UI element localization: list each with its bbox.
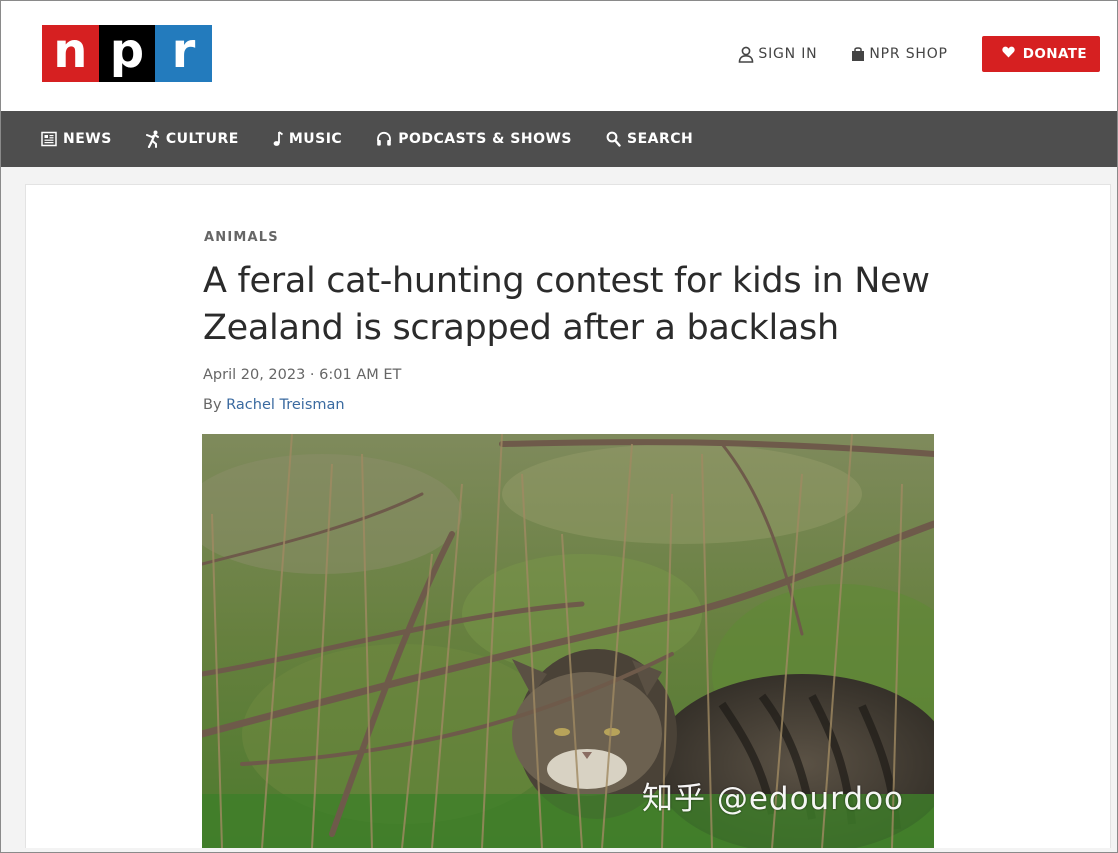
article-slug[interactable]: ANIMALS (204, 230, 279, 245)
npr-logo[interactable]: n p r (42, 25, 212, 82)
nav-item-culture[interactable]: CULTURE (145, 130, 239, 148)
npr-shop-link[interactable]: NPR SHOP (851, 46, 947, 62)
watermark-text: 知乎 @edourdoo (641, 781, 904, 817)
main-nav: NEWS CULTURE MUSIC PODCASTS & SHOWS SEAR… (1, 111, 1117, 167)
author-link[interactable]: Rachel Treisman (226, 397, 344, 413)
nav-label-culture: CULTURE (165, 131, 239, 147)
article-byline: By Rachel Treisman (203, 397, 345, 413)
headphones-icon (376, 131, 392, 147)
header-actions: SIGN IN NPR SHOP DONATE (738, 36, 1100, 72)
article-photo[interactable]: 知乎 @edourdoo (202, 434, 934, 848)
npr-shop-label: NPR SHOP (869, 46, 948, 62)
nav-item-music[interactable]: MUSIC (273, 131, 342, 147)
site-header: n p r SIGN IN NPR SHOP DONATE (1, 1, 1117, 111)
logo-letter-n: n (42, 25, 99, 82)
byline-prefix: By (203, 397, 227, 413)
nav-label-news: NEWS (63, 131, 112, 147)
heart-icon (1002, 46, 1015, 62)
sign-in-link[interactable]: SIGN IN (738, 46, 817, 63)
culture-icon (145, 130, 160, 148)
donate-button[interactable]: DONATE (981, 36, 1100, 72)
search-icon (606, 131, 621, 147)
music-note-icon (273, 131, 283, 147)
donate-label: DONATE (1022, 46, 1087, 62)
user-icon (738, 46, 754, 63)
logo-letter-p: p (98, 25, 156, 82)
nav-item-podcasts-shows[interactable]: PODCASTS & SHOWS (376, 131, 572, 147)
article-date: April 20, 2023 · 6:01 AM ET (203, 367, 402, 383)
nav-item-search[interactable]: SEARCH (606, 131, 693, 147)
news-icon (41, 131, 57, 147)
article-headline: A feral cat-hunting contest for kids in … (203, 261, 930, 348)
nav-item-news[interactable]: NEWS (41, 131, 112, 147)
nav-label-podcasts-shows: PODCASTS & SHOWS (398, 131, 572, 147)
nav-label-search: SEARCH (627, 131, 694, 147)
bottom-strip (0, 848, 1118, 853)
bag-icon (851, 46, 865, 62)
nav-label-music: MUSIC (288, 131, 343, 147)
logo-letter-r: r (155, 25, 212, 82)
sign-in-label: SIGN IN (758, 46, 818, 62)
